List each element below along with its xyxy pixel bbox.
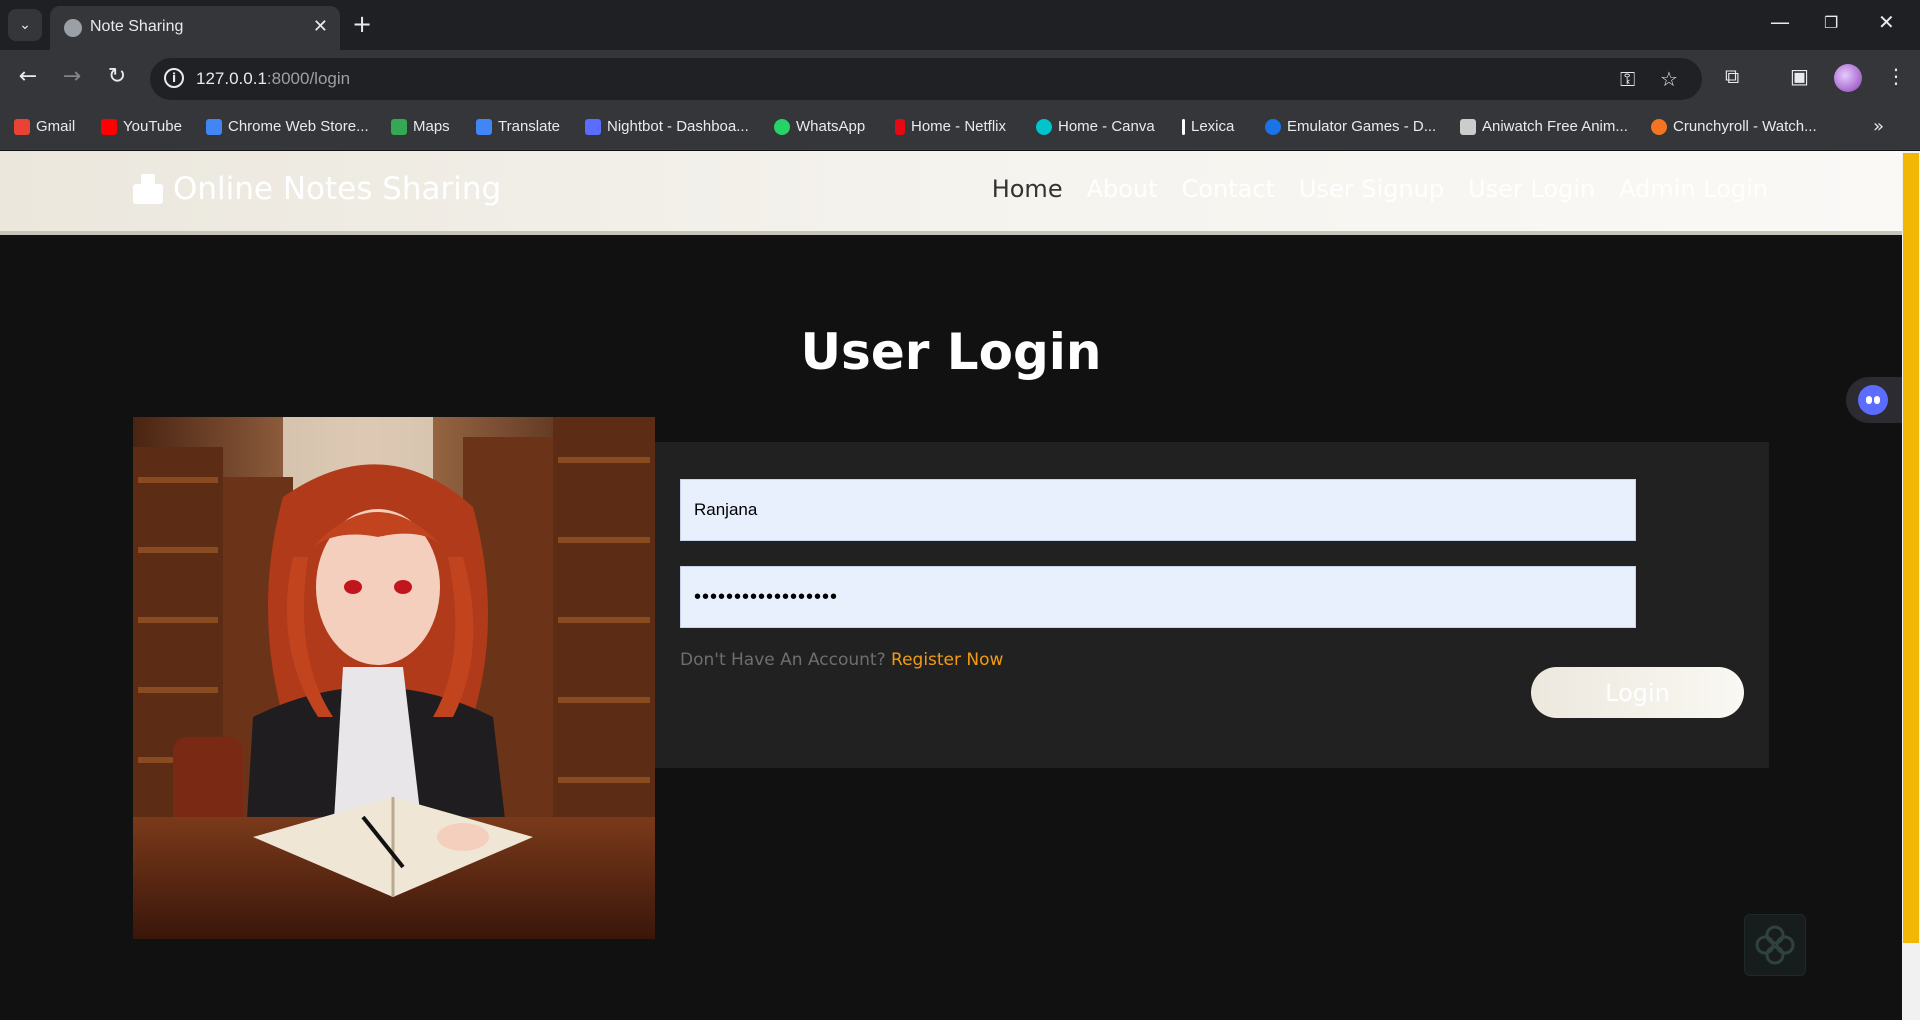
- globe-icon: [64, 19, 82, 37]
- bookmark-chrome-web-store[interactable]: Chrome Web Store...: [206, 118, 369, 135]
- briefcase-icon: [133, 174, 163, 204]
- close-tab-icon[interactable]: ✕: [313, 16, 328, 37]
- register-now-link[interactable]: Register Now: [891, 650, 1003, 670]
- chevron-down-icon: ⌄: [19, 17, 31, 33]
- brand-title: Online Notes Sharing: [173, 171, 502, 207]
- login-illustration: [133, 417, 655, 939]
- browser-tab[interactable]: Note Sharing ✕: [50, 6, 340, 50]
- minimize-icon[interactable]: —: [1770, 10, 1790, 34]
- bookmark-canva[interactable]: Home - Canva: [1036, 118, 1155, 135]
- url-text[interactable]: 127.0.0.1:8000/login: [196, 69, 350, 89]
- window-close-icon[interactable]: ✕: [1878, 10, 1895, 34]
- bookmark-translate[interactable]: Translate: [476, 118, 560, 135]
- password-input[interactable]: ••••••••••••••••••: [680, 566, 1636, 628]
- maps-pin-icon: [391, 118, 407, 135]
- address-bar[interactable]: i 127.0.0.1:8000/login ⚿ ☆: [150, 58, 1702, 100]
- site-navbar: Online Notes Sharing Home About Contact …: [0, 151, 1902, 235]
- login-card: Ranjana •••••••••••••••••• Don't Have An…: [655, 442, 1769, 768]
- nightbot-icon: [585, 118, 601, 135]
- tab-title: Note Sharing: [90, 18, 184, 35]
- bot-face-icon: [1858, 385, 1888, 415]
- forward-arrow-icon[interactable]: →: [57, 64, 87, 89]
- canva-icon: [1036, 118, 1052, 135]
- page-title: User Login: [800, 323, 1102, 381]
- nav-admin-login[interactable]: Admin Login: [1619, 175, 1768, 203]
- youtube-icon: [101, 118, 117, 135]
- whatsapp-icon: [774, 118, 790, 135]
- bookmark-emulator-games[interactable]: Emulator Games - D...: [1265, 118, 1436, 135]
- signup-prompt-text: Don't Have An Account?: [680, 650, 886, 670]
- flower-logo-icon: [1755, 925, 1795, 965]
- login-button[interactable]: Login: [1531, 667, 1744, 718]
- nav-user-signup[interactable]: User Signup: [1299, 175, 1444, 203]
- emulator-games-icon: [1265, 118, 1281, 135]
- crunchyroll-icon: [1651, 118, 1667, 135]
- tab-search-button[interactable]: ⌄: [8, 9, 42, 41]
- extensions-icon[interactable]: ⧉: [1725, 64, 1739, 88]
- side-panel-icon[interactable]: ▣: [1790, 64, 1809, 88]
- bookmarks-bar: Gmail YouTube Chrome Web Store... Maps T…: [0, 108, 1920, 150]
- bookmark-lexica[interactable]: Lexica: [1182, 118, 1234, 135]
- aniwatch-icon: [1460, 118, 1476, 135]
- bookmark-star-icon[interactable]: ☆: [1660, 67, 1678, 91]
- scrollbar-thumb[interactable]: [1903, 153, 1919, 943]
- bookmark-aniwatch[interactable]: Aniwatch Free Anim...: [1460, 118, 1628, 135]
- browser-toolbar: ← → ↻ i 127.0.0.1:8000/login ⚿ ☆ ⧉ ▣ ⋮: [0, 50, 1920, 108]
- bookmark-gmail[interactable]: Gmail: [14, 118, 75, 135]
- nav-home[interactable]: Home: [992, 175, 1063, 203]
- floating-chat-widget[interactable]: [1744, 914, 1806, 976]
- netflix-icon: [895, 118, 905, 135]
- username-input[interactable]: Ranjana: [680, 479, 1636, 541]
- nav-user-login[interactable]: User Login: [1468, 175, 1595, 203]
- more-bookmarks-icon[interactable]: »: [1873, 116, 1884, 137]
- password-key-icon[interactable]: ⚿: [1620, 67, 1635, 91]
- lexica-icon: [1182, 118, 1185, 135]
- bookmark-crunchyroll[interactable]: Crunchyroll - Watch...: [1651, 118, 1817, 135]
- new-tab-button[interactable]: +: [352, 10, 372, 38]
- bookmark-maps[interactable]: Maps: [391, 118, 450, 135]
- tab-strip: ⌄ Note Sharing ✕ + — ❐ ✕: [0, 0, 1920, 50]
- gmail-icon: [14, 118, 30, 135]
- site-info-icon[interactable]: i: [164, 68, 184, 88]
- nav-about[interactable]: About: [1087, 175, 1158, 203]
- main-nav: Home About Contact User Signup User Logi…: [992, 175, 1768, 203]
- floating-assistant-button[interactable]: [1846, 377, 1902, 423]
- bookmark-youtube[interactable]: YouTube: [101, 118, 182, 135]
- bookmark-nightbot[interactable]: Nightbot - Dashboa...: [585, 118, 749, 135]
- bookmark-whatsapp[interactable]: WhatsApp: [774, 118, 865, 135]
- site-brand[interactable]: Online Notes Sharing: [133, 171, 501, 207]
- signup-prompt: Don't Have An Account? Register Now: [680, 650, 1003, 670]
- nav-contact[interactable]: Contact: [1182, 175, 1275, 203]
- restore-icon[interactable]: ❐: [1824, 13, 1838, 32]
- chrome-web-store-icon: [206, 118, 222, 135]
- profile-avatar[interactable]: [1834, 64, 1862, 92]
- reload-icon[interactable]: ↻: [102, 64, 132, 89]
- back-arrow-icon[interactable]: ←: [13, 64, 43, 89]
- bookmark-netflix[interactable]: Home - Netflix: [895, 118, 1006, 135]
- translate-icon: [476, 118, 492, 135]
- web-page: Online Notes Sharing Home About Contact …: [0, 151, 1902, 1020]
- more-menu-icon[interactable]: ⋮: [1886, 64, 1906, 88]
